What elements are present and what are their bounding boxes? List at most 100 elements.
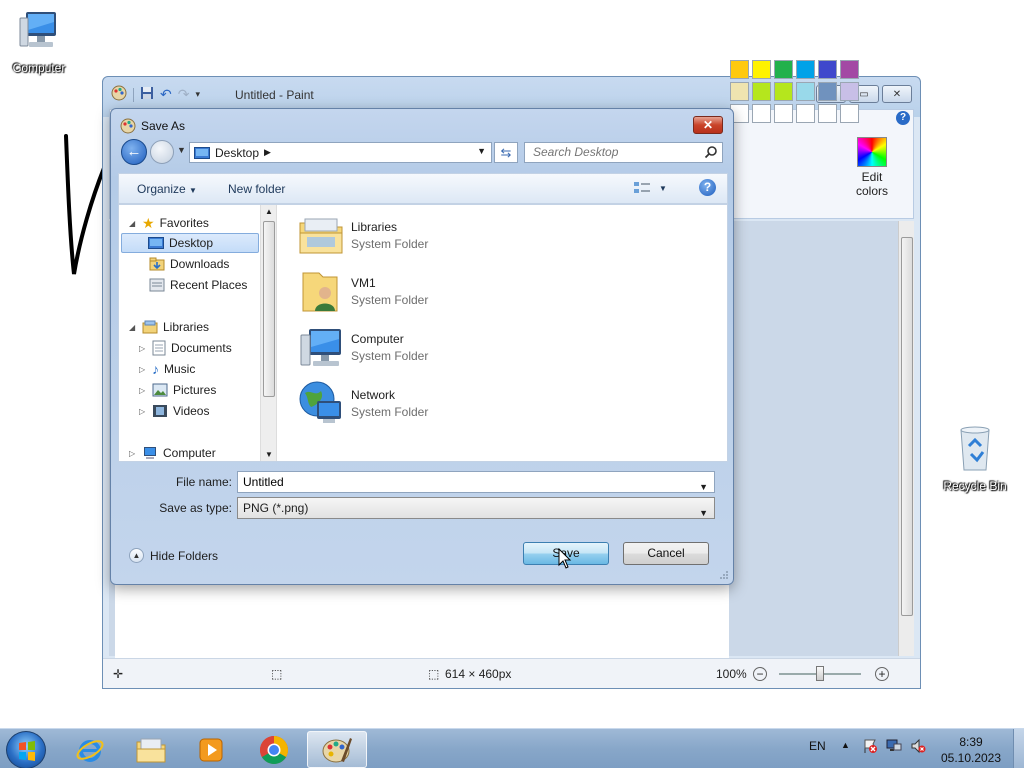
color-swatch[interactable] (752, 60, 771, 79)
tree-item-recent-places[interactable]: Recent Places (149, 275, 247, 295)
color-swatch[interactable] (818, 104, 837, 123)
tree-item-libraries[interactable]: ◢ Libraries (129, 317, 209, 337)
file-name-input[interactable] (243, 475, 683, 489)
tree-item-videos[interactable]: ▷ Videos (139, 401, 209, 421)
file-item-vm1[interactable]: VM1 System Folder (297, 266, 428, 316)
color-swatch[interactable] (818, 82, 837, 101)
color-swatch[interactable] (840, 60, 859, 79)
expand-triangle-icon[interactable]: ▷ (129, 449, 137, 458)
tree-item-music[interactable]: ▷ ♪ Music (139, 359, 195, 379)
canvas-vertical-scrollbar[interactable] (898, 221, 914, 656)
color-swatch[interactable] (796, 104, 815, 123)
color-swatch[interactable] (774, 60, 793, 79)
taskbar-clock[interactable]: 8:39 05.10.2023 (937, 734, 1005, 766)
refresh-button[interactable]: ⇆ (494, 142, 518, 163)
color-swatch[interactable] (730, 60, 749, 79)
zoom-in-button[interactable]: + (875, 666, 889, 681)
color-swatch[interactable] (774, 82, 793, 101)
view-dropdown-icon[interactable]: ▼ (659, 184, 667, 193)
tree-item-pictures[interactable]: ▷ Pictures (139, 380, 216, 400)
cancel-button[interactable]: Cancel (623, 542, 709, 565)
scrollbar-thumb[interactable] (901, 237, 913, 616)
language-indicator[interactable]: EN (809, 739, 826, 753)
scroll-up-icon[interactable]: ▲ (265, 207, 273, 216)
dialog-close-button[interactable]: ✕ (693, 116, 723, 134)
file-name: VM1 (351, 275, 376, 290)
breadcrumb-chevron-icon[interactable]: ▶ (264, 147, 271, 158)
desktop-icon-recycle-bin[interactable]: Recycle Bin (935, 424, 1015, 493)
new-folder-button[interactable]: New folder (228, 182, 285, 196)
address-bar[interactable]: Desktop ▶ ▼ (189, 142, 492, 163)
collapse-triangle-icon[interactable]: ◢ (129, 323, 137, 332)
scrollbar-thumb[interactable] (263, 221, 275, 397)
volume-muted-icon[interactable] (910, 738, 926, 757)
chevron-down-icon[interactable]: ▼ (699, 503, 708, 523)
color-swatch[interactable] (818, 60, 837, 79)
libraries-folder-icon (299, 218, 343, 254)
customize-qat-icon[interactable]: ▾ (195, 89, 200, 100)
redo-icon[interactable]: ↷ (178, 86, 190, 103)
color-swatch[interactable] (752, 82, 771, 101)
undo-icon[interactable]: ↶ (160, 86, 172, 103)
navigation-pane-scrollbar[interactable]: ▲ ▼ (260, 205, 277, 461)
scroll-down-icon[interactable]: ▼ (265, 450, 273, 459)
recent-locations-dropdown[interactable]: ▼ (177, 145, 186, 155)
paint-app-icon[interactable] (111, 85, 127, 104)
tree-item-favorites[interactable]: ◢ ★ Favorites (129, 213, 209, 233)
expand-triangle-icon[interactable]: ▷ (139, 386, 147, 395)
show-desktop-button[interactable] (1013, 729, 1024, 768)
expand-triangle-icon[interactable]: ▷ (139, 407, 147, 416)
address-dropdown-icon[interactable]: ▼ (477, 146, 486, 156)
close-button[interactable]: ✕ (882, 85, 912, 103)
chevron-down-icon: ▼ (189, 186, 197, 195)
user-folder-icon (302, 272, 338, 312)
change-view-button[interactable] (633, 180, 651, 199)
tree-item-downloads[interactable]: Downloads (149, 254, 229, 274)
search-box[interactable] (524, 142, 723, 163)
back-button[interactable]: ← (121, 139, 147, 165)
file-item-libraries[interactable]: Libraries System Folder (297, 210, 428, 260)
zoom-slider-thumb[interactable] (816, 666, 824, 681)
address-segment-desktop[interactable]: Desktop (215, 146, 259, 160)
refresh-icon: ⇆ (500, 145, 512, 160)
expand-triangle-icon[interactable]: ▷ (139, 365, 147, 374)
dialog-paint-icon (120, 118, 136, 137)
chevron-down-icon[interactable]: ▼ (699, 477, 708, 497)
save-icon[interactable] (140, 86, 154, 103)
resize-grip-icon[interactable] (719, 570, 729, 580)
color-swatch[interactable] (840, 104, 859, 123)
save-as-dialog: Save As ✕ ← ▼ Desktop ▶ ▼ ⇆ Organize ▼ N… (110, 108, 734, 585)
recent-places-icon (149, 278, 165, 292)
forward-button[interactable] (150, 140, 174, 164)
file-item-computer[interactable]: Computer System Folder (297, 322, 428, 372)
tree-item-documents[interactable]: ▷ Documents (139, 338, 232, 358)
search-input[interactable] (533, 145, 698, 159)
help-button[interactable]: ? (699, 179, 716, 196)
tree-item-desktop[interactable]: Desktop (121, 233, 259, 253)
tree-item-computer[interactable]: ▷ Computer (129, 443, 216, 463)
organize-menu[interactable]: Organize ▼ (137, 182, 197, 196)
file-item-network[interactable]: Network System Folder (297, 378, 428, 428)
save-as-type-select[interactable]: PNG (*.png) ▼ (237, 497, 715, 519)
edit-colors-button[interactable]: Edit colors (852, 137, 892, 198)
color-swatch[interactable] (774, 104, 793, 123)
paint-window-title: Untitled - Paint (235, 88, 314, 102)
color-swatch[interactable] (796, 82, 815, 101)
color-swatch[interactable] (752, 104, 771, 123)
color-swatch[interactable] (796, 60, 815, 79)
hide-folders-toggle[interactable]: ▲ Hide Folders (129, 548, 218, 563)
file-name-field[interactable]: ▼ (237, 471, 715, 493)
help-icon[interactable]: ? (896, 111, 910, 125)
action-center-flag-icon[interactable] (862, 738, 878, 757)
zoom-out-button[interactable]: − (753, 666, 767, 681)
network-status-icon[interactable] (886, 738, 902, 757)
color-swatch[interactable] (840, 82, 859, 101)
color-swatch[interactable] (730, 82, 749, 101)
desktop-icon-computer[interactable]: Computer (0, 8, 79, 75)
chevron-up-icon: ▲ (129, 548, 144, 563)
expand-triangle-icon[interactable]: ▷ (139, 344, 147, 353)
libraries-icon (142, 320, 158, 334)
system-tray: EN ▲ (0, 728, 1013, 768)
collapse-triangle-icon[interactable]: ◢ (129, 219, 137, 228)
show-hidden-icons-icon[interactable]: ▲ (841, 740, 850, 750)
